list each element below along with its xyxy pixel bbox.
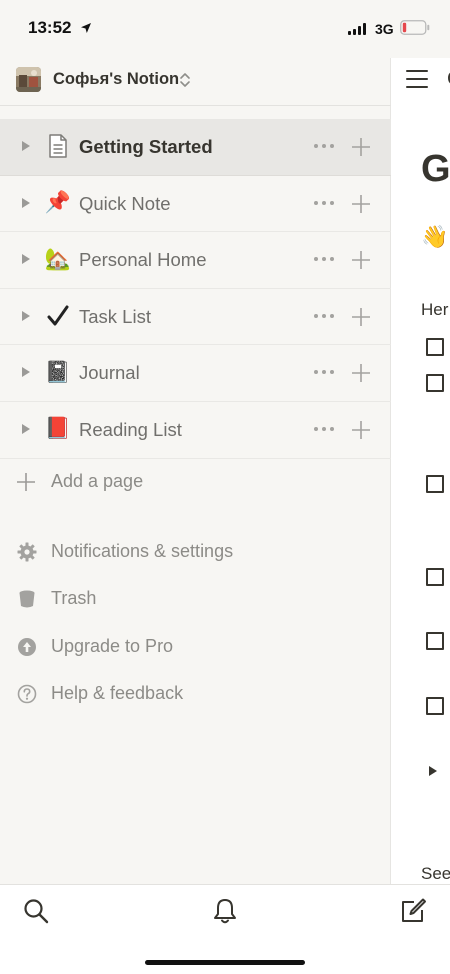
intro-text: Her <box>421 300 449 319</box>
notifications-settings-button[interactable]: Notifications & settings <box>0 530 391 577</box>
page-list: Getting Started 📌 Quick Note 🏡 Personal … <box>0 119 391 459</box>
gear-icon <box>17 542 37 562</box>
page-title: Getting Started <box>79 136 213 157</box>
trash-icon <box>17 589 37 609</box>
page-title: Task List <box>79 305 151 327</box>
status-bar: 13:52 3G <box>0 0 450 58</box>
more-options-icon[interactable] <box>312 199 336 207</box>
todo-checkbox[interactable] <box>426 697 444 715</box>
menu-label: Notifications & settings <box>51 541 234 561</box>
sidebar-page-task-list[interactable]: Task List <box>0 289 391 346</box>
sidebar-page-personal-home[interactable]: 🏡 Personal Home <box>0 232 391 289</box>
add-subpage-icon[interactable] <box>350 362 372 384</box>
waving-hand-icon: 👋 <box>421 224 449 249</box>
sidebar-page-reading-list[interactable]: 📕 Reading List <box>0 402 391 459</box>
expand-toggle-icon[interactable] <box>22 254 30 265</box>
sidebar: Софья's Notion Getting Started 📌 Quick N… <box>0 0 391 884</box>
more-options-icon[interactable] <box>312 312 336 320</box>
expand-toggle-icon[interactable] <box>22 197 30 208</box>
chevron-updown-icon <box>179 71 191 94</box>
see-text: See <box>421 864 450 883</box>
page-title: Personal Home <box>79 249 207 271</box>
sidebar-page-journal[interactable]: 📓 Journal <box>0 345 391 402</box>
trash-button[interactable]: Trash <box>0 577 391 624</box>
add-subpage-icon[interactable] <box>350 136 372 158</box>
pushpin-icon: 📌 <box>44 191 72 215</box>
more-options-icon[interactable] <box>312 255 336 263</box>
network-type: 3G <box>375 21 394 37</box>
todo-checkbox[interactable] <box>426 338 444 356</box>
compose-icon[interactable] <box>399 897 427 925</box>
workspace-avatar <box>16 67 41 92</box>
home-indicator <box>145 960 305 965</box>
add-subpage-icon[interactable] <box>350 249 372 271</box>
sidebar-page-getting-started[interactable]: Getting Started <box>0 119 391 176</box>
add-subpage-icon[interactable] <box>350 419 372 441</box>
expand-toggle-icon[interactable] <box>22 423 30 434</box>
upgrade-arrow-icon <box>17 637 37 657</box>
page-title: Reading List <box>79 418 182 440</box>
sidebar-menu: Notifications & settings Trash Upgrade t… <box>0 530 391 719</box>
checkmark-icon <box>45 303 71 329</box>
add-subpage-icon[interactable] <box>350 306 372 328</box>
cellular-signal-icon <box>348 23 368 35</box>
help-question-icon <box>17 684 37 704</box>
page-title: Journal <box>79 362 140 384</box>
more-options-icon[interactable] <box>312 368 336 376</box>
page-content-preview[interactable]: G G 👋 Her See <box>391 58 450 884</box>
todo-checkbox[interactable] <box>426 568 444 586</box>
status-time: 13:52 <box>28 18 72 37</box>
more-options-icon[interactable] <box>312 142 336 150</box>
menu-label: Help & feedback <box>51 682 184 703</box>
more-options-icon[interactable] <box>312 425 336 433</box>
plus-icon <box>16 472 36 497</box>
bottom-toolbar <box>0 884 450 974</box>
notebook-icon: 📓 <box>44 360 72 384</box>
location-arrow-icon <box>80 21 92 39</box>
search-icon[interactable] <box>22 897 50 925</box>
toggle-block-icon[interactable] <box>429 766 437 776</box>
expand-toggle-icon[interactable] <box>22 141 30 151</box>
document-title: G <box>421 148 450 190</box>
expand-toggle-icon[interactable] <box>22 310 30 321</box>
menu-hamburger-icon[interactable] <box>406 70 428 88</box>
bell-icon[interactable] <box>211 897 239 925</box>
red-book-icon: 📕 <box>44 417 72 441</box>
battery-icon <box>400 20 430 40</box>
page-title: Quick Note <box>79 192 171 214</box>
help-feedback-button[interactable]: Help & feedback <box>0 672 391 719</box>
upgrade-to-pro-button[interactable]: Upgrade to Pro <box>0 625 391 672</box>
document-icon <box>45 133 71 159</box>
workspace-switcher[interactable]: Софья's Notion <box>0 58 391 106</box>
workspace-name: Софья's Notion <box>53 70 180 88</box>
todo-checkbox[interactable] <box>426 632 444 650</box>
house-icon: 🏡 <box>44 247 72 271</box>
menu-label: Upgrade to Pro <box>51 635 174 656</box>
add-page-button[interactable]: Add a page <box>0 462 391 502</box>
expand-toggle-icon[interactable] <box>22 367 30 378</box>
menu-label: Trash <box>51 588 97 609</box>
todo-checkbox[interactable] <box>426 374 444 392</box>
todo-checkbox[interactable] <box>426 475 444 493</box>
add-subpage-icon[interactable] <box>350 193 372 215</box>
sidebar-page-quick-note[interactable]: 📌 Quick Note <box>0 176 391 233</box>
add-page-label: Add a page <box>51 471 144 491</box>
